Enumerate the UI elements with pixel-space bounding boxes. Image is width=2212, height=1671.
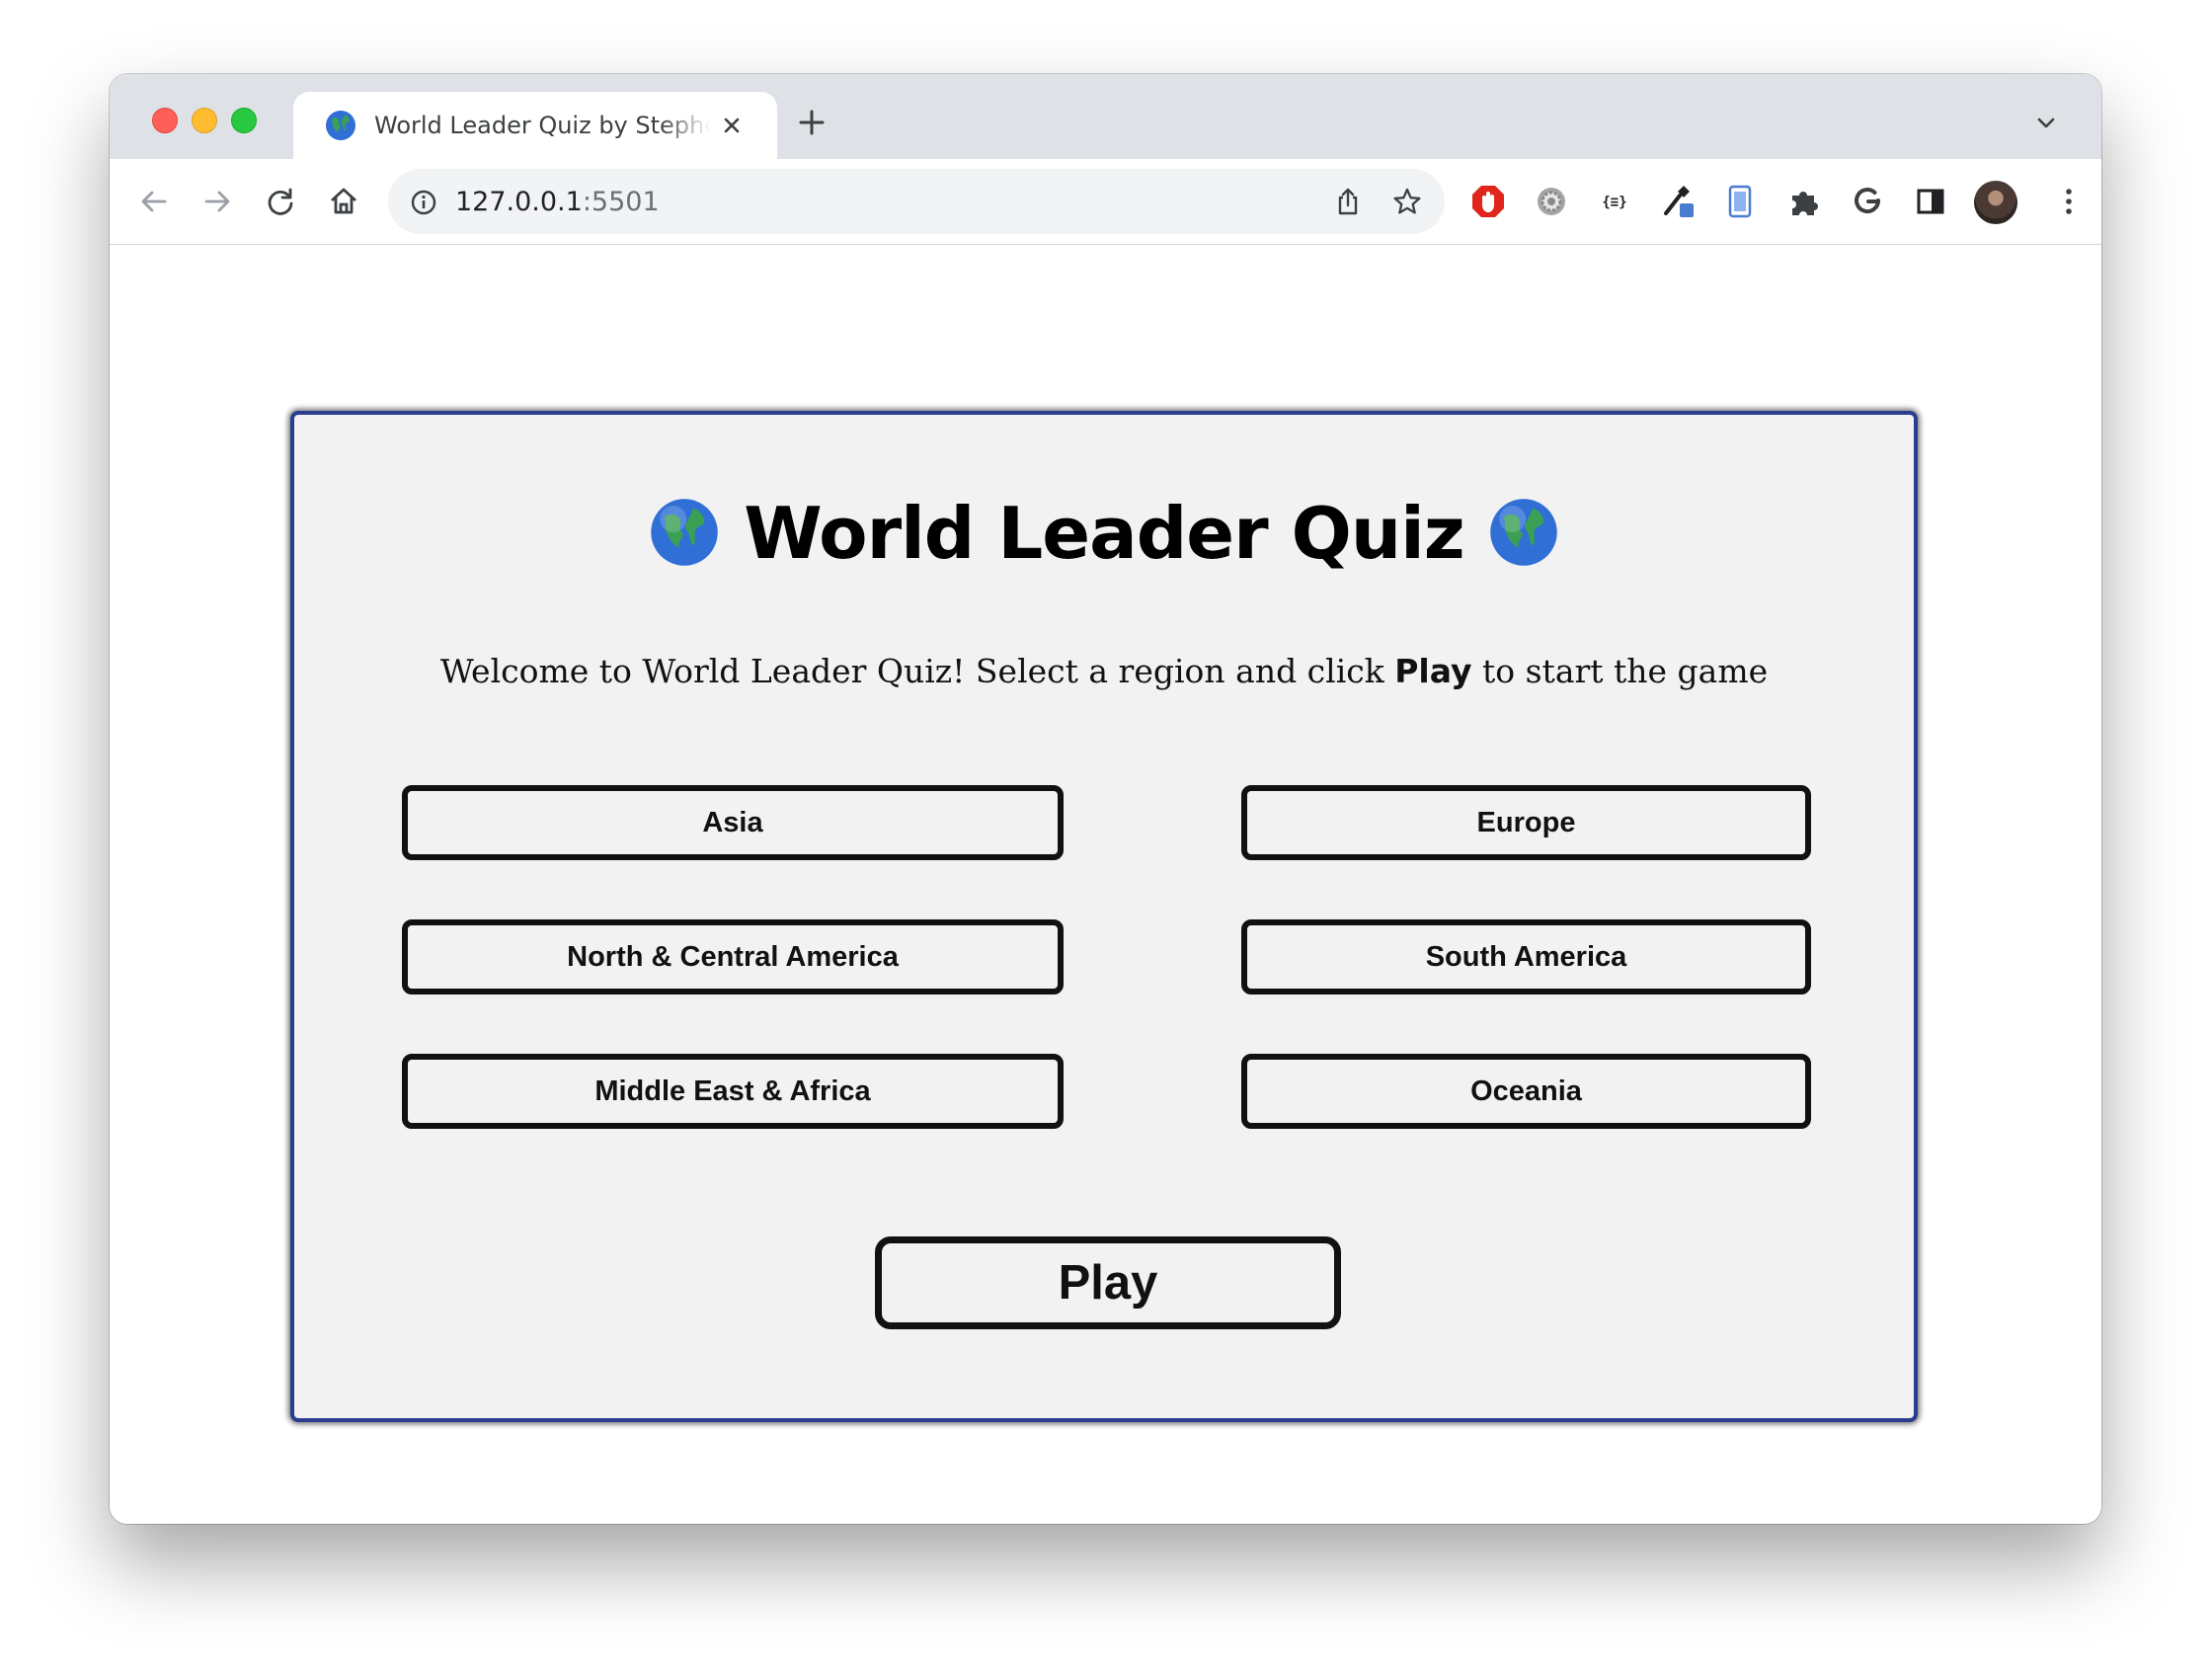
page-viewport: World Leader Quiz Welcome to World Leade… [110,245,2101,1524]
browser-window: World Leader Quiz by Stephen 127.0.0.1:5… [110,74,2101,1524]
tab-title: World Leader Quiz by Stephen [374,112,710,139]
region-button-north-central-america[interactable]: North & Central America [402,919,1064,995]
globe-icon [1489,499,1557,566]
region-button-asia[interactable]: Asia [402,785,1064,860]
gear-extension-icon[interactable] [1534,184,1569,219]
region-button-oceania[interactable]: Oceania [1241,1054,1811,1129]
forward-arrow-icon[interactable] [200,185,234,218]
back-arrow-icon[interactable] [137,185,171,218]
tab-strip: World Leader Quiz by Stephen [110,74,2101,159]
globe-icon [326,111,356,140]
chevron-down-icon[interactable] [2034,112,2058,135]
device-mockup-icon[interactable] [1723,184,1759,219]
color-picker-icon[interactable] [1660,184,1696,219]
share-icon[interactable] [1332,186,1364,217]
page-title: World Leader Quiz [744,492,1464,575]
region-button-middle-east-africa[interactable]: Middle East & Africa [402,1054,1064,1129]
home-icon[interactable] [327,185,360,218]
region-button-europe[interactable]: Europe [1241,785,1811,860]
address-bar[interactable]: 127.0.0.1:5501 [388,169,1445,234]
maximize-window-button[interactable] [231,108,257,133]
welcome-text-after: to start the game [1471,652,1769,690]
more-options-icon[interactable] [2051,184,2087,219]
json-formatter-icon[interactable]: {≡} [1597,184,1632,219]
welcome-message: Welcome to World Leader Quiz! Select a r… [294,652,1914,690]
play-button[interactable]: Play [875,1236,1341,1329]
puzzle-extensions-icon[interactable] [1786,184,1822,219]
close-window-button[interactable] [152,108,178,133]
bookmark-star-icon[interactable] [1391,186,1423,217]
reload-icon[interactable] [264,185,297,218]
url-text[interactable]: 127.0.0.1:5501 [455,187,660,217]
welcome-text-before: Welcome to World Leader Quiz! Select a r… [439,652,1395,690]
globe-icon [651,499,719,566]
active-tab[interactable]: World Leader Quiz by Stephen [293,92,777,159]
close-icon[interactable] [718,112,746,139]
plus-icon[interactable] [797,108,827,137]
url-host: 127.0.0.1 [455,187,583,217]
info-icon[interactable] [410,189,437,216]
svg-text:{≡}: {≡} [1602,195,1626,210]
profile-avatar[interactable] [1974,181,2017,224]
welcome-text-play: Play [1394,652,1472,690]
minimize-window-button[interactable] [192,108,217,133]
url-port: :5501 [582,187,660,217]
region-button-south-america[interactable]: South America [1241,919,1811,995]
side-panel-icon[interactable] [1913,184,1948,219]
browser-toolbar: 127.0.0.1:5501 {≡} [110,159,2101,245]
adblock-extension-icon[interactable] [1470,184,1506,219]
quiz-title-row: World Leader Quiz [294,492,1914,575]
quiz-card: World Leader Quiz Welcome to World Leade… [290,411,1918,1422]
google-g-icon[interactable] [1850,184,1885,219]
